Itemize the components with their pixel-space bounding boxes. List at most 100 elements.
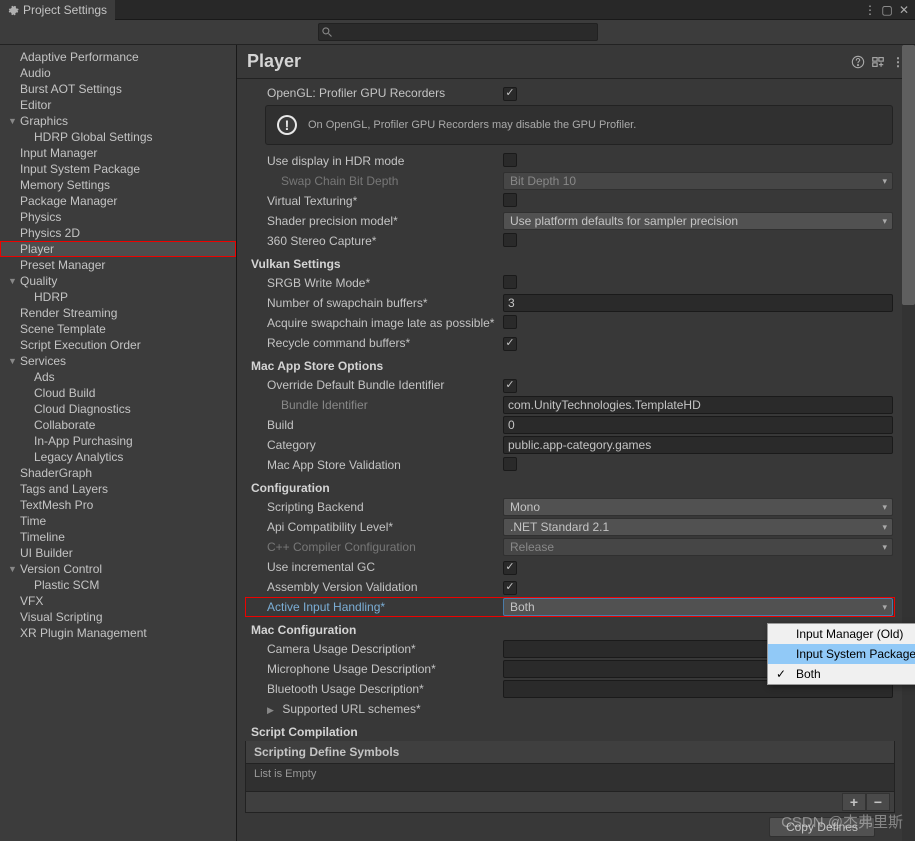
dropdown-popup[interactable]: Input Manager (Old)Input System Package … <box>767 623 915 685</box>
sidebar-item-shadergraph[interactable]: ShaderGraph <box>0 465 236 481</box>
sidebar-item-label: Adaptive Performance <box>20 50 139 64</box>
help-icon[interactable] <box>851 55 865 69</box>
sidebar-item-tags-and-layers[interactable]: Tags and Layers <box>0 481 236 497</box>
sidebar-item-scene-template[interactable]: Scene Template <box>0 321 236 337</box>
sidebar-item-collaborate[interactable]: Collaborate <box>0 417 236 433</box>
sidebar-item-version-control[interactable]: ▼Version Control <box>0 561 236 577</box>
remove-button[interactable]: − <box>866 793 890 811</box>
sidebar-item-graphics[interactable]: ▼Graphics <box>0 113 236 129</box>
opengl-recorders-checkbox[interactable] <box>503 87 517 101</box>
maximize-icon[interactable]: ▢ <box>880 3 894 17</box>
sidebar-item-ads[interactable]: Ads <box>0 369 236 385</box>
popup-option-2[interactable]: ✓Both <box>768 664 915 684</box>
setting-row: SRGB Write Mode* <box>245 273 895 293</box>
srgb-checkbox[interactable] <box>503 275 517 289</box>
setting-label: ▶ Supported URL schemes* <box>247 702 503 716</box>
stereo-capture-checkbox[interactable] <box>503 233 517 247</box>
incremental-gc-checkbox[interactable] <box>503 561 517 575</box>
sidebar-item-memory-settings[interactable]: Memory Settings <box>0 177 236 193</box>
swap-buffers-input[interactable] <box>503 294 893 312</box>
sidebar-item-player[interactable]: Player <box>0 241 236 257</box>
info-text: On OpenGL, Profiler GPU Recorders may di… <box>308 119 636 131</box>
sidebar-item-script-execution-order[interactable]: Script Execution Order <box>0 337 236 353</box>
sidebar-item-input-manager[interactable]: Input Manager <box>0 145 236 161</box>
expand-arrow-icon[interactable]: ▼ <box>8 356 18 366</box>
scripting-backend-dropdown[interactable]: Mono <box>503 498 893 516</box>
sidebar-item-label: Visual Scripting <box>20 610 103 624</box>
sidebar-item-time[interactable]: Time <box>0 513 236 529</box>
expand-arrow-icon[interactable]: ▼ <box>8 276 18 286</box>
acquire-late-checkbox[interactable] <box>503 315 517 329</box>
sidebar-item-label: Package Manager <box>20 194 117 208</box>
category-input[interactable] <box>503 436 893 454</box>
define-symbols-list: List is Empty <box>245 764 895 792</box>
mac-validation-checkbox[interactable] <box>503 457 517 471</box>
sidebar-item-label: Timeline <box>20 530 65 544</box>
recycle-checkbox[interactable] <box>503 337 517 351</box>
expand-arrow-icon[interactable]: ▼ <box>8 564 18 574</box>
cpp-config-dropdown: Release <box>503 538 893 556</box>
sidebar-item-adaptive-performance[interactable]: Adaptive Performance <box>0 49 236 65</box>
sidebar-item-vfx[interactable]: VFX <box>0 593 236 609</box>
sidebar-item-ui-builder[interactable]: UI Builder <box>0 545 236 561</box>
setting-row: Use incremental GC <box>245 557 895 577</box>
setting-row: Acquire swapchain image late as possible… <box>245 313 895 333</box>
copy-defines-button[interactable]: Copy Defines <box>769 817 875 837</box>
setting-field <box>503 153 893 170</box>
sidebar-item-hdrp[interactable]: HDRP <box>0 289 236 305</box>
sidebar-item-package-manager[interactable]: Package Manager <box>0 193 236 209</box>
sidebar-item-cloud-build[interactable]: Cloud Build <box>0 385 236 401</box>
sidebar-item-physics[interactable]: Physics <box>0 209 236 225</box>
setting-row: Override Default Bundle Identifier <box>245 375 895 395</box>
sidebar-item-services[interactable]: ▼Services <box>0 353 236 369</box>
setting-field: Bit Depth 10 <box>503 172 893 190</box>
bottom-row: Copy Defines <box>245 813 895 841</box>
section-header: Vulkan Settings <box>245 251 895 273</box>
sidebar-item-plastic-scm[interactable]: Plastic SCM <box>0 577 236 593</box>
scroll-area[interactable]: OpenGL: Profiler GPU Recorders!On OpenGL… <box>237 79 915 841</box>
sidebar-item-audio[interactable]: Audio <box>0 65 236 81</box>
build-input[interactable] <box>503 416 893 434</box>
bundle-id-input[interactable] <box>503 396 893 414</box>
sidebar-item-in-app-purchasing[interactable]: In-App Purchasing <box>0 433 236 449</box>
override-bundle-checkbox[interactable] <box>503 379 517 393</box>
setting-row: Use display in HDR mode <box>245 151 895 171</box>
sidebar-item-label: UI Builder <box>20 546 73 560</box>
virtual-tex-checkbox[interactable] <box>503 193 517 207</box>
search-input[interactable] <box>318 23 598 41</box>
sidebar-item-legacy-analytics[interactable]: Legacy Analytics <box>0 449 236 465</box>
hdr-mode-checkbox[interactable] <box>503 153 517 167</box>
sidebar-item-preset-manager[interactable]: Preset Manager <box>0 257 236 273</box>
api-compat-dropdown[interactable]: .NET Standard 2.1 <box>503 518 893 536</box>
shader-precision-dropdown[interactable]: Use platform defaults for sampler precis… <box>503 212 893 230</box>
menu-icon[interactable]: ⋮ <box>863 3 877 17</box>
sidebar-item-burst-aot-settings[interactable]: Burst AOT Settings <box>0 81 236 97</box>
sidebar-item-xr-plugin-management[interactable]: XR Plugin Management <box>0 625 236 641</box>
scrollbar[interactable] <box>902 45 915 841</box>
define-symbols-header: Scripting Define Symbols <box>245 741 895 764</box>
search-row <box>0 20 915 45</box>
sidebar-item-editor[interactable]: Editor <box>0 97 236 113</box>
sidebar-item-label: Plastic SCM <box>34 578 99 592</box>
input-handling-dropdown[interactable]: Both <box>503 598 893 616</box>
expand-arrow-icon[interactable]: ▶ <box>267 705 279 716</box>
preset-icon[interactable] <box>871 55 885 69</box>
popup-option-0[interactable]: Input Manager (Old) <box>768 624 915 644</box>
add-button[interactable]: + <box>842 793 866 811</box>
sidebar-item-input-system-package[interactable]: Input System Package <box>0 161 236 177</box>
close-icon[interactable]: ✕ <box>897 3 911 17</box>
sidebar-item-physics-2d[interactable]: Physics 2D <box>0 225 236 241</box>
asm-validation-checkbox[interactable] <box>503 581 517 595</box>
settings-sidebar[interactable]: Adaptive PerformanceAudioBurst AOT Setti… <box>0 45 237 841</box>
sidebar-item-textmesh-pro[interactable]: TextMesh Pro <box>0 497 236 513</box>
sidebar-item-render-streaming[interactable]: Render Streaming <box>0 305 236 321</box>
sidebar-item-quality[interactable]: ▼Quality <box>0 273 236 289</box>
scrollbar-thumb[interactable] <box>902 45 915 305</box>
sidebar-item-cloud-diagnostics[interactable]: Cloud Diagnostics <box>0 401 236 417</box>
expand-arrow-icon[interactable]: ▼ <box>8 116 18 126</box>
sidebar-item-visual-scripting[interactable]: Visual Scripting <box>0 609 236 625</box>
sidebar-item-hdrp-global-settings[interactable]: HDRP Global Settings <box>0 129 236 145</box>
window-tab[interactable]: Project Settings <box>0 0 115 20</box>
sidebar-item-timeline[interactable]: Timeline <box>0 529 236 545</box>
popup-option-1[interactable]: Input System Package (New) <box>768 644 915 664</box>
